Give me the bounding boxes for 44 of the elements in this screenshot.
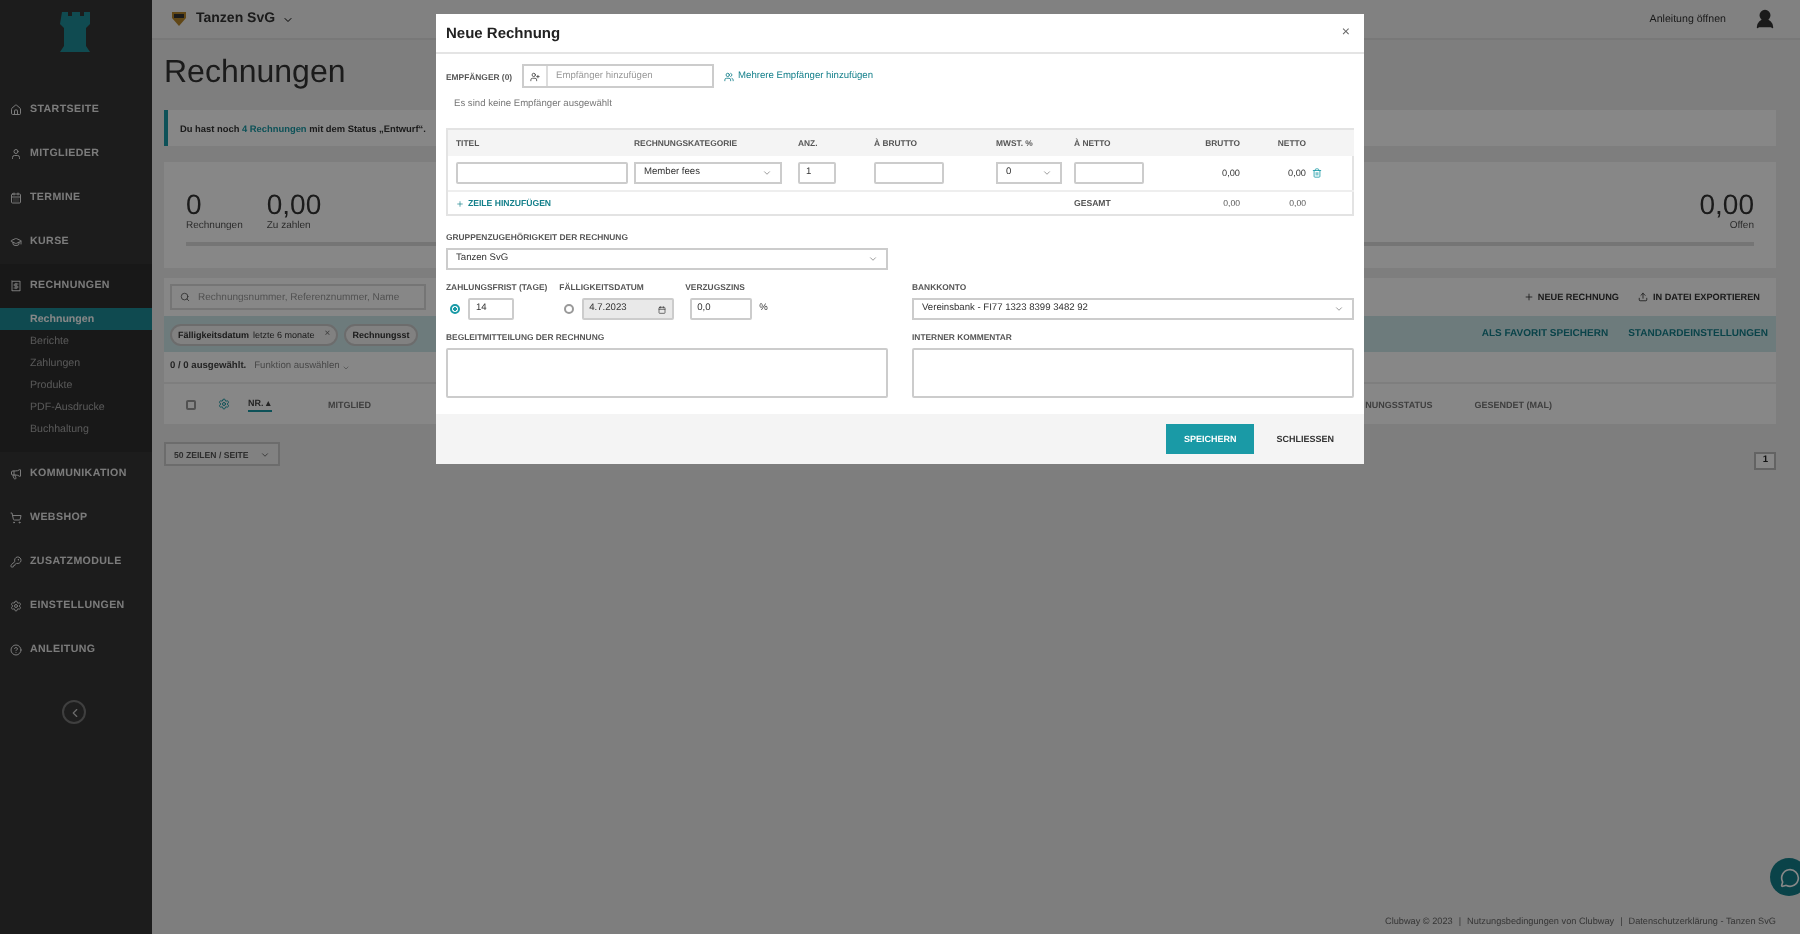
collapse-button[interactable] [62, 700, 86, 724]
unit-net-input[interactable] [1074, 162, 1144, 184]
chevron-left-icon [67, 705, 81, 719]
calendar-icon [10, 192, 22, 204]
select-all-checkbox[interactable] [186, 399, 196, 409]
receipt-icon [10, 280, 22, 292]
graduation-cap-icon [10, 236, 22, 248]
help-icon [10, 644, 22, 656]
chevron-down-icon [1334, 304, 1344, 314]
search-icon [180, 292, 190, 302]
unit-gross-input[interactable] [874, 162, 944, 184]
chevron-down-icon [762, 168, 772, 178]
title-input[interactable] [456, 162, 628, 184]
avatar-icon[interactable] [1754, 8, 1776, 30]
comment-textarea[interactable] [912, 348, 1354, 398]
message-textarea[interactable] [446, 348, 888, 398]
stat-value: 0,00 [266, 188, 322, 220]
add-user-icon [530, 71, 541, 81]
key-icon [10, 556, 22, 568]
calendar-icon [657, 305, 666, 313]
user-icon [10, 148, 22, 160]
stat-value: 0,00 [1699, 188, 1754, 220]
chat-button[interactable] [1770, 858, 1800, 896]
chevron-down-icon [260, 449, 271, 459]
cart-icon [10, 512, 22, 524]
club-logo-icon [170, 10, 188, 28]
page-title: Rechnungen [164, 56, 346, 92]
plus-icon [456, 199, 464, 207]
header-cell [1312, 130, 1354, 156]
chat-bubble-icon [1779, 867, 1799, 887]
trash-icon[interactable] [1312, 168, 1322, 178]
stat-value: 0 [186, 188, 202, 220]
users-icon [724, 71, 735, 81]
home-icon [10, 104, 22, 116]
chevron-down-icon [868, 254, 878, 264]
payment-term-radio[interactable] [450, 304, 460, 314]
logo [58, 10, 94, 54]
plus-icon [1523, 292, 1534, 302]
settings-icon[interactable] [218, 398, 230, 410]
upload-icon [1638, 292, 1649, 302]
megaphone-icon [10, 468, 22, 480]
chevron-down-icon [1042, 168, 1052, 178]
caret-icon [281, 13, 294, 25]
settings-icon [10, 600, 22, 612]
